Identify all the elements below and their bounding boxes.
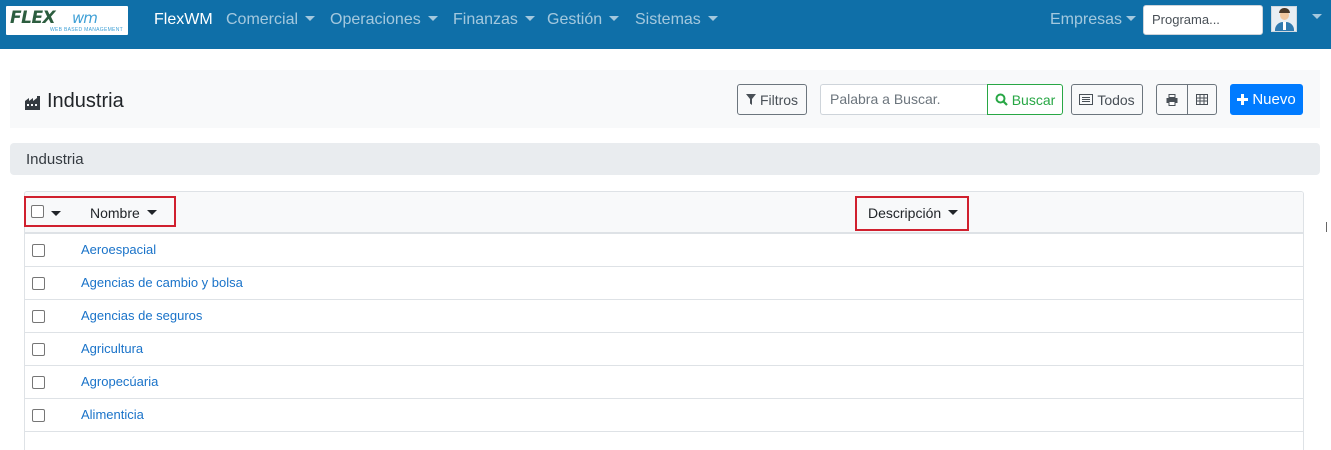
table-icon bbox=[1196, 94, 1208, 105]
search-icon bbox=[995, 93, 1008, 106]
nav-menu-label: Finanzas bbox=[453, 11, 518, 28]
table-row[interactable]: Alimenticia bbox=[25, 399, 1303, 432]
all-button[interactable]: Todos bbox=[1071, 84, 1143, 115]
factory-icon bbox=[25, 95, 40, 110]
search-button[interactable]: Buscar bbox=[987, 84, 1063, 115]
nav-menu-label: Gestión bbox=[547, 11, 603, 28]
top-navbar: FLEX wm WEB BASED MANAGEMENT FlexWM Come… bbox=[0, 0, 1331, 49]
table-row[interactable]: Agencias de cambio y bolsa bbox=[25, 267, 1303, 300]
filter-icon bbox=[745, 94, 756, 105]
avatar-tie bbox=[1283, 22, 1286, 30]
table-row[interactable]: Agencias de seguros bbox=[25, 300, 1303, 333]
chevron-down-icon bbox=[524, 15, 535, 21]
row-name-link[interactable]: Agencias de cambio y bolsa bbox=[81, 275, 243, 290]
flexwm-logo[interactable]: FLEX wm WEB BASED MANAGEMENT bbox=[6, 6, 128, 35]
row-name-link[interactable]: Agencias de seguros bbox=[81, 308, 202, 323]
chevron-down-icon bbox=[707, 15, 718, 21]
plus-icon bbox=[1237, 94, 1249, 105]
row-name-link[interactable]: Agricultura bbox=[81, 341, 143, 356]
window-edge-marker bbox=[1326, 222, 1331, 232]
nav-brand[interactable]: FlexWM bbox=[154, 11, 213, 29]
row-checkbox[interactable] bbox=[32, 409, 45, 422]
user-avatar[interactable] bbox=[1271, 6, 1297, 32]
nav-menu-gestion[interactable]: Gestión bbox=[547, 11, 620, 29]
page-title: Industria bbox=[24, 90, 124, 113]
table-row[interactable]: Agropecúaria bbox=[25, 366, 1303, 399]
new-button[interactable]: Nuevo bbox=[1230, 84, 1303, 115]
row-name-link[interactable]: Agropecúaria bbox=[81, 374, 158, 389]
logo-subtitle: WEB BASED MANAGEMENT bbox=[50, 27, 123, 33]
section-title: Industria bbox=[26, 151, 84, 168]
logo-accent: wm bbox=[72, 9, 98, 27]
page-title-text: Industria bbox=[47, 90, 124, 112]
nav-menu-operaciones[interactable]: Operaciones bbox=[330, 11, 438, 29]
nav-menu-label: Comercial bbox=[226, 11, 299, 28]
nav-menu-label: Empresas bbox=[1050, 11, 1123, 28]
filters-button[interactable]: Filtros bbox=[737, 84, 807, 115]
nav-menu-label: Sistemas bbox=[635, 11, 701, 28]
print-icon bbox=[1166, 93, 1178, 106]
nav-menu-comercial[interactable]: Comercial bbox=[226, 11, 316, 29]
row-name-link[interactable]: Aeroespacial bbox=[81, 242, 156, 257]
nav-menu-finanzas[interactable]: Finanzas bbox=[453, 11, 535, 29]
row-checkbox[interactable] bbox=[32, 376, 45, 389]
section-header-bar bbox=[10, 143, 1320, 175]
logo-text: FLEX bbox=[10, 8, 56, 28]
row-checkbox[interactable] bbox=[32, 277, 45, 290]
search-button-label: Buscar bbox=[1011, 91, 1056, 108]
program-search-input[interactable]: Programa... bbox=[1143, 5, 1263, 35]
table-row[interactable]: Agricultura bbox=[25, 333, 1303, 366]
all-button-label: Todos bbox=[1097, 91, 1135, 108]
row-name-link[interactable]: Alimenticia bbox=[81, 407, 144, 422]
table-row[interactable]: Aeroespacial bbox=[25, 234, 1303, 267]
user-menu-chevron-icon[interactable] bbox=[1312, 14, 1322, 19]
highlight-box-nombre bbox=[24, 196, 176, 227]
avatar-hair bbox=[1279, 8, 1290, 13]
row-checkbox[interactable] bbox=[32, 310, 45, 323]
chevron-down-icon bbox=[609, 15, 620, 21]
list-icon bbox=[1079, 94, 1094, 105]
data-table: Nombre Descripción Aeroespacial Agencias… bbox=[24, 191, 1304, 450]
chevron-down-icon bbox=[1126, 15, 1137, 21]
table-header: Nombre Descripción bbox=[25, 192, 1303, 234]
highlight-box-descripcion bbox=[855, 196, 969, 231]
row-checkbox[interactable] bbox=[32, 343, 45, 356]
chevron-down-icon bbox=[427, 15, 438, 21]
print-button[interactable] bbox=[1156, 84, 1188, 115]
nav-menu-sistemas[interactable]: Sistemas bbox=[635, 11, 718, 29]
new-button-label: Nuevo bbox=[1252, 91, 1296, 108]
grid-view-button[interactable] bbox=[1187, 84, 1217, 115]
keyword-search-input[interactable]: Palabra a Buscar. bbox=[820, 84, 988, 115]
nav-menu-empresas[interactable]: Empresas bbox=[1050, 11, 1137, 29]
nav-menu-label: Operaciones bbox=[330, 11, 421, 28]
row-checkbox[interactable] bbox=[32, 244, 45, 257]
chevron-down-icon bbox=[305, 15, 316, 21]
filters-button-label: Filtros bbox=[759, 91, 799, 108]
